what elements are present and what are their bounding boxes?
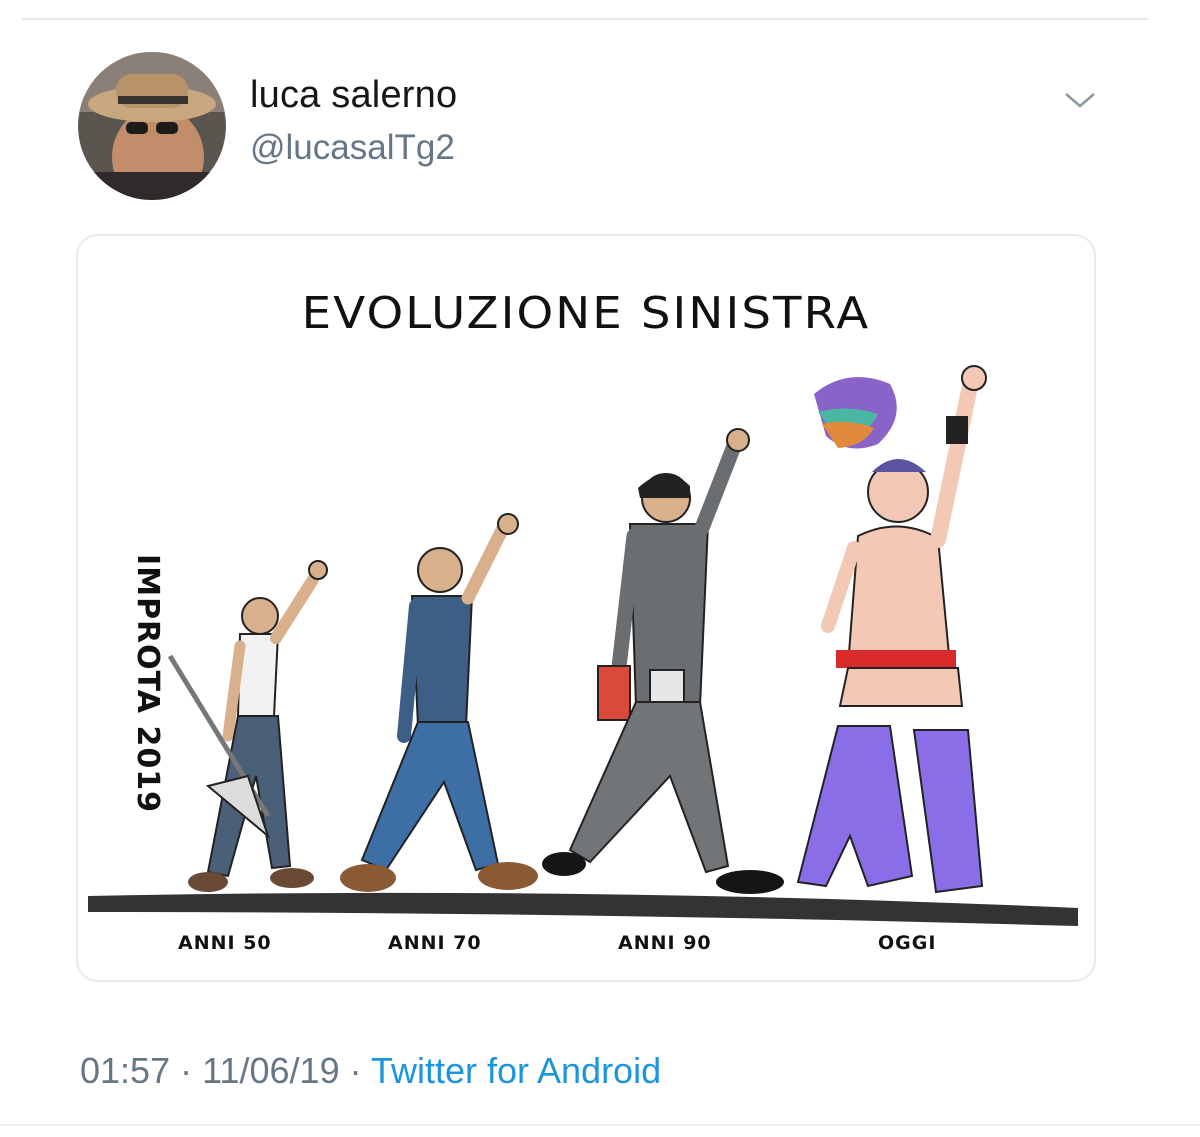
tweet-metadata: 01:57 · 11/06/19 · Twitter for Android — [80, 1050, 661, 1092]
user-handle[interactable]: @lucasalTg2 — [250, 128, 455, 168]
media-card[interactable]: EVOLUZIONE SINISTRA IMPROTA 2019 ANNI 50… — [76, 234, 1096, 982]
separator: · — [180, 1050, 193, 1091]
label-anni-90: ANNI 90 — [618, 932, 712, 954]
tweet-date[interactable]: 11/06/19 — [202, 1050, 339, 1091]
label-anni-70: ANNI 70 — [388, 932, 482, 954]
figure-anni-90 — [542, 428, 784, 894]
figure-anni-50 — [167, 560, 328, 892]
cartoon-title: EVOLUZIONE SINISTRA — [301, 288, 871, 339]
cartoon-illustration — [88, 365, 1078, 926]
label-oggi: OGGI — [878, 932, 937, 954]
figure-anni-70 — [340, 513, 538, 892]
bottom-divider — [0, 1124, 1200, 1126]
tweet-source-link[interactable]: Twitter for Android — [371, 1050, 661, 1091]
chevron-down-icon[interactable] — [1062, 88, 1098, 112]
figure-oggi — [796, 365, 987, 894]
display-name[interactable]: luca salerno — [250, 74, 457, 117]
separator: · — [349, 1050, 362, 1091]
tweet-time[interactable]: 01:57 — [80, 1050, 170, 1091]
artist-signature: IMPROTA 2019 — [129, 554, 165, 813]
label-anni-50: ANNI 50 — [178, 932, 272, 954]
avatar[interactable] — [78, 52, 226, 200]
top-divider — [22, 18, 1148, 20]
